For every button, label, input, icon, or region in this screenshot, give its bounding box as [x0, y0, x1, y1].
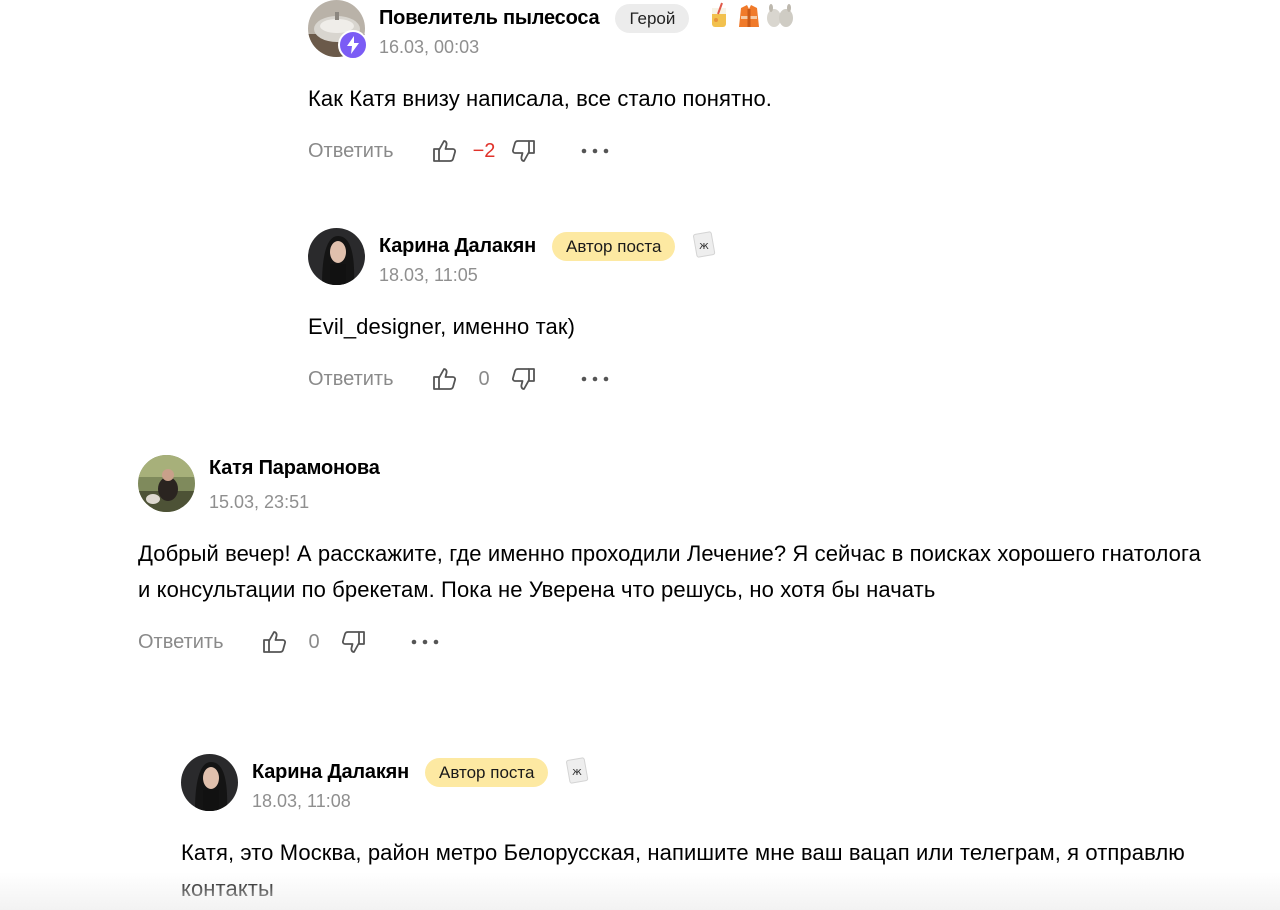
- life-vest-icon: [735, 2, 763, 35]
- thumbs-up-icon[interactable]: [430, 136, 460, 166]
- reply-button[interactable]: Ответить: [308, 140, 430, 163]
- comment: Карина Далакян Автор поста ж 18.03, 11:0…: [181, 754, 1221, 907]
- comment-date: 16.03, 00:03: [379, 37, 480, 57]
- svg-text:ж: ж: [699, 239, 709, 252]
- comment: Карина Далакян Автор поста ж 18.03, 11:0…: [308, 228, 1248, 394]
- post-author-tag: Автор поста: [552, 232, 676, 261]
- comment-text: Evil_designer, именно так): [308, 314, 575, 339]
- drink-icon: [705, 2, 733, 35]
- thumbs-down-icon[interactable]: [508, 364, 538, 394]
- comment-actions: Ответить −2: [308, 136, 1248, 166]
- author-name[interactable]: Повелитель пылесоса: [379, 7, 600, 30]
- vote-score: 0: [478, 367, 490, 390]
- card-icon: ж: [564, 756, 590, 789]
- comment-text: Добрый вечер! А расскажите, где именно п…: [138, 541, 1201, 602]
- reply-button[interactable]: Ответить: [138, 631, 260, 654]
- comment-actions: Ответить 0: [308, 364, 1248, 394]
- comment-header: Карина Далакян Автор поста ж 18.03, 11:0…: [308, 228, 1248, 288]
- comment: Катя Парамонова 15.03, 23:51 Добрый вече…: [138, 455, 1218, 657]
- vote-score: 0: [308, 630, 320, 653]
- avatar[interactable]: [308, 228, 365, 285]
- author-name[interactable]: Карина Далакян: [252, 761, 409, 784]
- more-options-icon[interactable]: [410, 627, 440, 657]
- thumbs-down-icon[interactable]: [508, 136, 538, 166]
- more-options-icon[interactable]: [580, 136, 610, 166]
- author-name[interactable]: Карина Далакян: [379, 235, 536, 258]
- bolt-badge-icon: [338, 30, 368, 60]
- avatar[interactable]: [181, 754, 238, 811]
- comment: Повелитель пылесоса Герой 16.03, 00:03 К…: [308, 0, 1248, 166]
- post-author-tag: Автор поста: [425, 758, 549, 787]
- comment-text: Как Катя внизу написала, все стало понят…: [308, 86, 773, 111]
- card-icon: ж: [691, 230, 717, 263]
- thumbs-up-icon[interactable]: [430, 364, 460, 394]
- comment-date: 15.03, 23:51: [209, 492, 310, 512]
- hero-tag: Герой: [615, 4, 690, 33]
- comment-text: Катя, это Москва, район метро Белорусска…: [181, 840, 1185, 901]
- comment-date: 18.03, 11:05: [379, 265, 478, 285]
- svg-text:ж: ж: [572, 765, 582, 778]
- comment-actions: Ответить 0: [138, 627, 1218, 657]
- thumbs-down-icon[interactable]: [338, 627, 368, 657]
- comment-header: Катя Парамонова 15.03, 23:51: [138, 455, 1218, 515]
- more-options-icon[interactable]: [580, 364, 610, 394]
- avatar[interactable]: [138, 455, 195, 512]
- reply-button[interactable]: Ответить: [308, 368, 430, 391]
- comment-header: Карина Далакян Автор поста ж 18.03, 11:0…: [181, 754, 1221, 814]
- vote-score: −2: [472, 139, 496, 162]
- slippers-icon: [765, 2, 795, 35]
- author-name[interactable]: Катя Парамонова: [209, 457, 380, 480]
- comment-date: 18.03, 11:08: [252, 791, 351, 811]
- comment-header: Повелитель пылесоса Герой 16.03, 00:03: [308, 0, 1248, 60]
- thumbs-up-icon[interactable]: [260, 627, 290, 657]
